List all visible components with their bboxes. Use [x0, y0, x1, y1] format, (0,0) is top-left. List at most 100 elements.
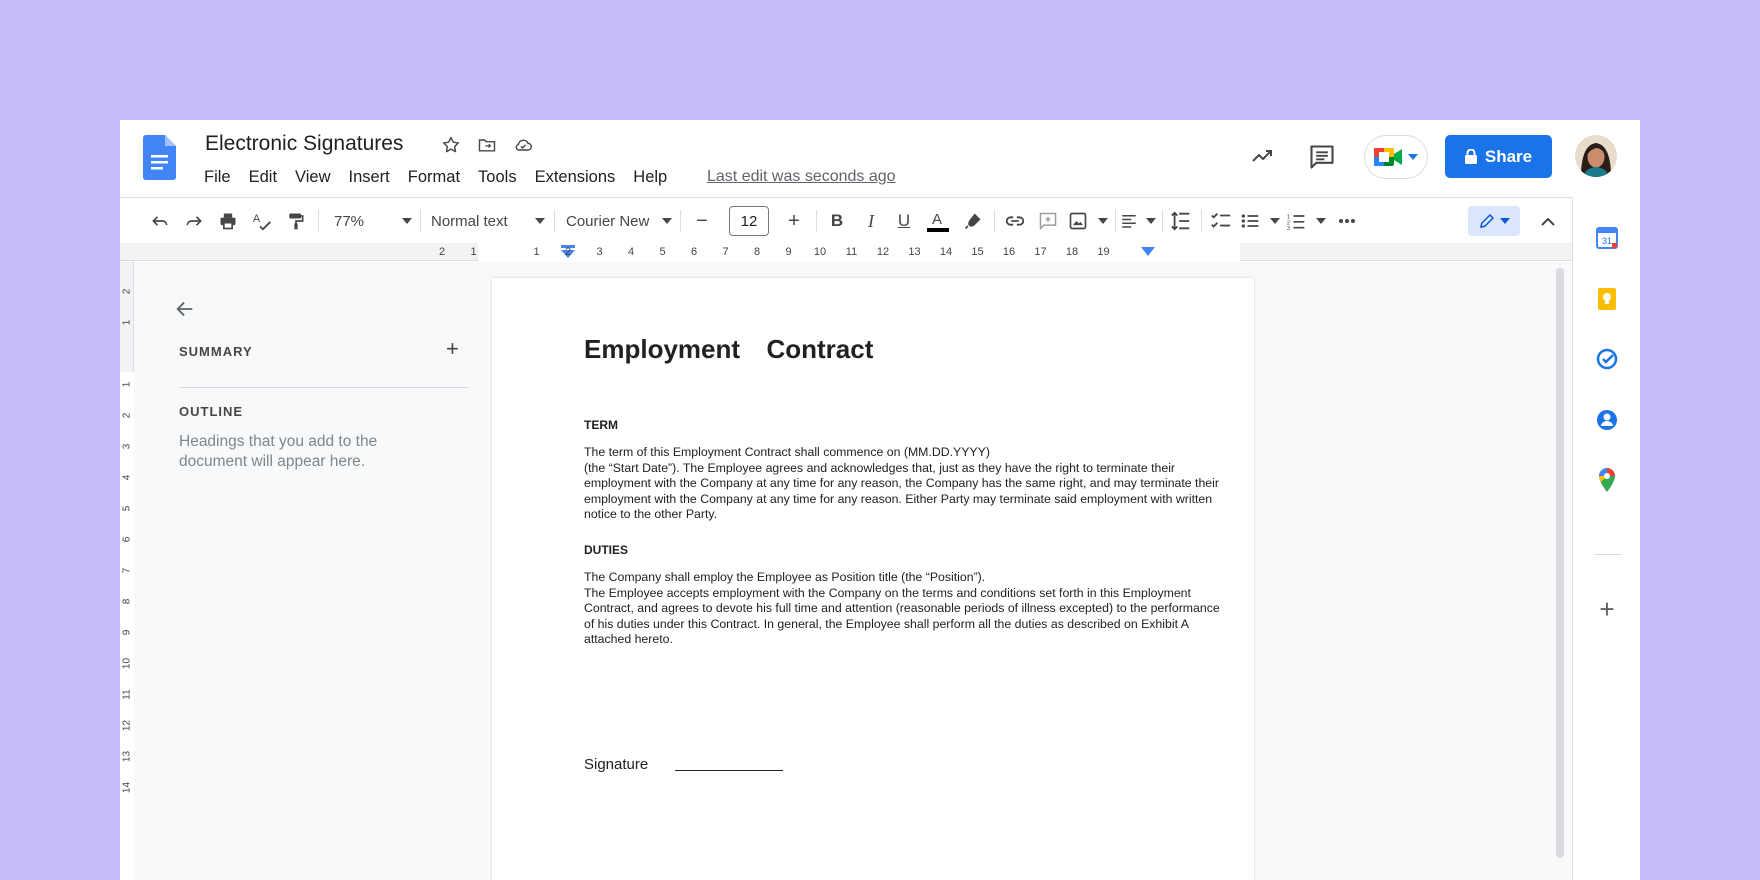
vertical-ruler-mark: 14 [121, 781, 133, 794]
chevron-down-icon [1316, 218, 1326, 224]
collapse-menus-icon[interactable] [1535, 208, 1561, 234]
vertical-ruler[interactable]: 2 1 1 2 3 4 5 6 7 8 9 10 11 12 13 14 [120, 262, 134, 880]
vertical-ruler-mark: 7 [121, 567, 133, 574]
formatting-toolbar: A 77% Normal text Courier New − 12 + B I… [120, 197, 1572, 243]
document-title[interactable]: Electronic Signatures [205, 132, 403, 156]
ruler-mark: 15 [971, 246, 984, 258]
svg-text:A: A [932, 211, 942, 228]
pencil-icon [1480, 213, 1495, 228]
menu-tools[interactable]: Tools [469, 164, 526, 191]
font-family-select[interactable]: Courier New [562, 208, 672, 234]
insert-link-icon[interactable] [1002, 208, 1028, 234]
back-arrow-icon[interactable] [174, 298, 196, 320]
menu-edit[interactable]: Edit [240, 164, 286, 191]
share-button[interactable]: Share [1445, 135, 1552, 178]
paint-format-icon[interactable] [283, 208, 309, 234]
ruler-mark: 13 [908, 246, 921, 258]
redo-icon[interactable] [181, 208, 207, 234]
calendar-icon[interactable]: 31 [1595, 226, 1619, 250]
document-page[interactable]: Employment Contract TERM The term of thi… [492, 278, 1254, 880]
chevron-down-icon [402, 218, 412, 224]
tasks-icon[interactable] [1595, 347, 1619, 371]
vertical-scrollbar[interactable] [1556, 268, 1564, 858]
undo-icon[interactable] [147, 208, 173, 234]
maps-icon[interactable] [1595, 468, 1619, 492]
ruler-mark: 4 [627, 246, 635, 258]
menu-insert[interactable]: Insert [340, 164, 399, 191]
ruler-mark: 2 [564, 246, 572, 258]
outline-heading: OUTLINE [179, 404, 244, 419]
summary-heading: SUMMARY [179, 344, 253, 359]
image-icon [1069, 212, 1087, 230]
user-avatar[interactable] [1575, 135, 1617, 177]
duties-heading[interactable]: DUTIES [584, 543, 628, 557]
get-add-ons-icon[interactable]: + [1595, 594, 1619, 624]
ruler-mark: 1 [470, 246, 477, 258]
right-indent-marker-icon[interactable] [1141, 247, 1155, 257]
bulleted-list-button[interactable] [1240, 208, 1280, 234]
insert-image-button[interactable] [1068, 208, 1108, 234]
vertical-ruler-mark: 9 [121, 629, 133, 636]
ruler-mark: 14 [939, 246, 953, 258]
menu-file[interactable]: File [195, 164, 240, 191]
bold-icon[interactable]: B [824, 208, 850, 234]
signature-label[interactable]: Signature [584, 756, 648, 773]
underline-icon[interactable]: U [891, 208, 917, 234]
signature-line[interactable] [675, 770, 783, 771]
editing-mode-button[interactable] [1468, 206, 1520, 236]
horizontal-ruler[interactable]: 2 1 1 2 3 4 5 6 7 8 9 10 11 12 13 14 15 16 17 18 19 [120, 243, 1572, 261]
chevron-down-icon [1408, 154, 1418, 160]
menu-view[interactable]: View [286, 164, 339, 191]
term-heading[interactable]: TERM [584, 418, 618, 432]
duties-paragraph[interactable]: The Company shall employ the Employee as… [584, 570, 1224, 648]
document-heading[interactable]: Employment Contract [584, 334, 873, 365]
font-size-input[interactable]: 12 [729, 206, 769, 236]
ruler-mark: 2 [438, 246, 446, 258]
ruler-mark: 8 [753, 246, 761, 258]
contacts-icon[interactable] [1595, 408, 1619, 432]
chevron-down-icon [535, 218, 545, 224]
decrease-font-size-button[interactable]: − [688, 208, 716, 234]
vertical-ruler-mark: 8 [121, 598, 133, 605]
increase-font-size-button[interactable]: + [780, 208, 808, 234]
add-summary-icon[interactable]: + [446, 336, 459, 362]
google-meet-icon [1374, 148, 1402, 166]
highlight-color-icon[interactable] [960, 208, 986, 234]
spellcheck-icon[interactable]: A [249, 208, 275, 234]
menu-help[interactable]: Help [624, 164, 676, 191]
google-docs-logo-icon[interactable] [143, 135, 176, 180]
numbered-list-button[interactable]: 123 [1286, 208, 1326, 234]
align-left-icon [1122, 215, 1136, 228]
ruler-mark: 17 [1034, 246, 1047, 258]
cloud-saved-icon[interactable] [510, 132, 536, 158]
term-paragraph[interactable]: The term of this Employment Contract sha… [584, 445, 1224, 523]
meet-button[interactable] [1364, 135, 1428, 179]
checklist-icon[interactable] [1207, 208, 1235, 234]
vertical-ruler-mark: 2 [121, 412, 133, 419]
italic-icon[interactable]: I [858, 208, 884, 234]
zoom-select[interactable]: 77% [330, 208, 412, 234]
keep-icon[interactable] [1595, 287, 1619, 311]
star-icon[interactable] [438, 132, 464, 158]
more-options-icon[interactable] [1334, 208, 1360, 234]
print-icon[interactable] [215, 208, 241, 234]
vertical-ruler-mark: 2 [121, 288, 133, 295]
ruler-mark: 9 [785, 246, 792, 258]
svg-text:3: 3 [1287, 226, 1290, 231]
menu-bar: File Edit View Insert Format Tools Exten… [195, 164, 676, 191]
vertical-ruler-mark: 12 [121, 719, 133, 732]
chevron-down-icon [662, 218, 672, 224]
move-folder-icon[interactable] [474, 132, 500, 158]
last-edit-link[interactable]: Last edit was seconds ago [707, 168, 896, 186]
menu-extensions[interactable]: Extensions [526, 164, 625, 191]
paragraph-style-select[interactable]: Normal text [427, 208, 545, 234]
activity-trend-icon[interactable] [1248, 144, 1276, 168]
menu-format[interactable]: Format [399, 164, 469, 191]
app-header: Electronic Signatures File Edit View Ins… [120, 120, 1640, 197]
add-comment-icon[interactable] [1035, 208, 1061, 234]
line-spacing-icon[interactable] [1167, 208, 1195, 234]
align-button[interactable] [1120, 208, 1156, 234]
ruler-mark: 16 [1002, 246, 1016, 258]
text-color-icon[interactable]: A [925, 208, 951, 234]
comments-icon[interactable] [1308, 143, 1336, 171]
